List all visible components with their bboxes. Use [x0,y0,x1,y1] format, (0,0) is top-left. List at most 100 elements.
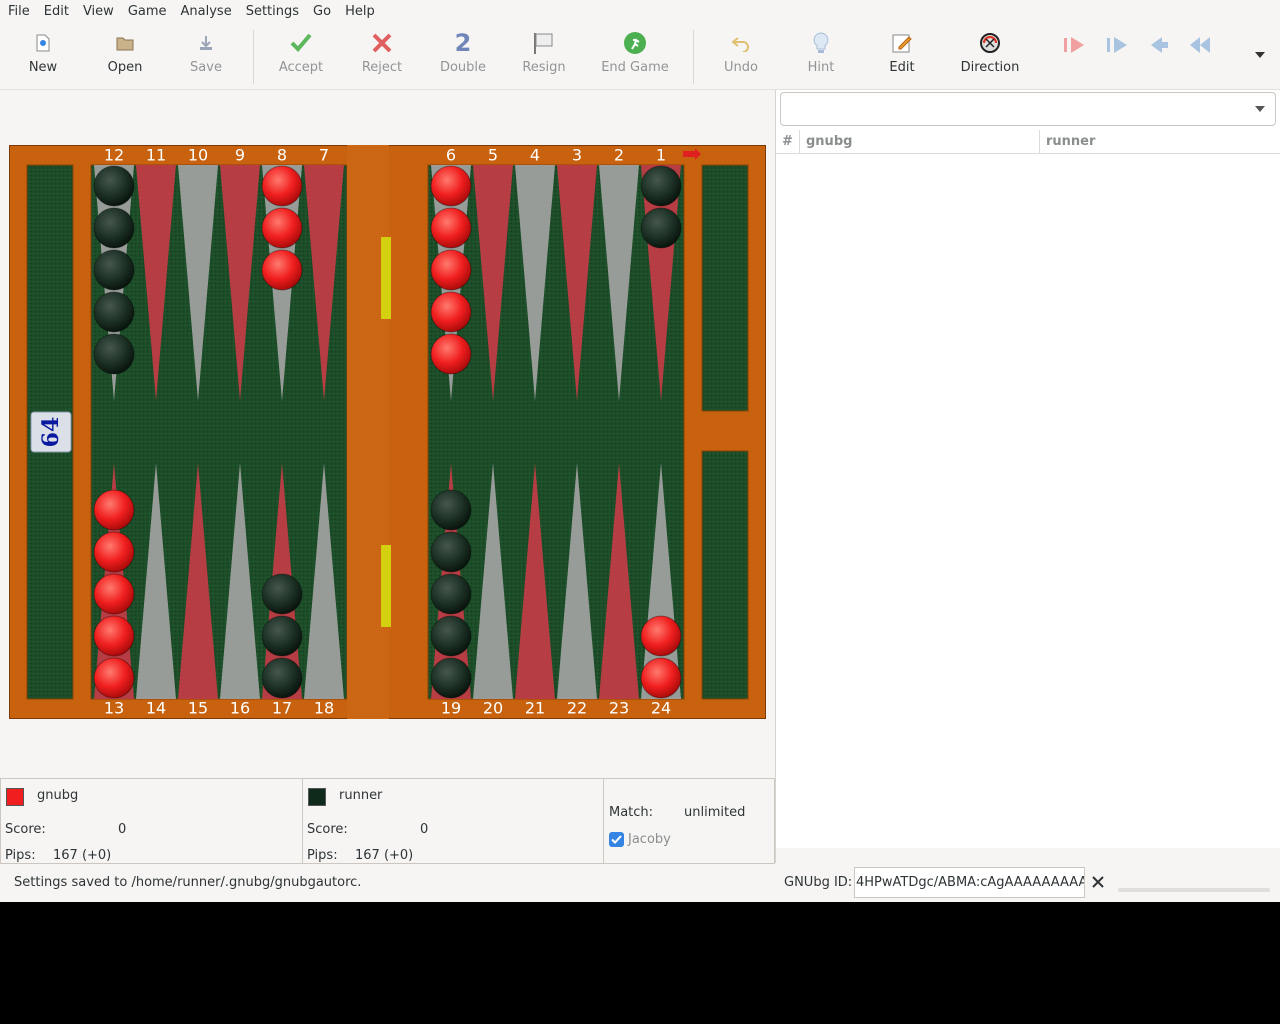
player1-color-swatch[interactable] [6,788,24,806]
edit-button[interactable]: Edit [886,30,918,86]
previous-move-button[interactable] [1146,34,1172,56]
black-checker[interactable] [261,573,303,615]
menu-view[interactable]: View [76,0,121,24]
player2-color-swatch[interactable] [308,788,326,806]
reject-button[interactable]: Reject [359,30,405,86]
red-checker[interactable] [93,573,135,615]
point-number-label: 3 [572,146,582,165]
menu-game[interactable]: Game [121,0,174,24]
player2-name[interactable]: runner [339,788,382,803]
point-number-label: 6 [446,146,456,165]
point-number-label: 14 [146,699,166,718]
point-number-label: 4 [530,146,540,165]
player1-name[interactable]: gnubg [37,788,78,803]
red-checker[interactable] [430,249,472,291]
point-number-label: 2 [614,146,624,165]
jacoby-label: Jacoby [628,832,671,847]
col-player2-header[interactable]: runner [1040,130,1280,154]
menu-edit[interactable]: Edit [37,0,76,24]
player2-score-label: Score: [307,822,348,837]
red-checker[interactable] [430,207,472,249]
red-checker[interactable] [430,291,472,333]
menu-go[interactable]: Go [306,0,338,24]
black-checker[interactable] [430,615,472,657]
open-button[interactable]: Open [104,30,146,86]
point-number-label: 9 [235,146,245,165]
player-panels: gnubg Score: 0 Pips: 167 (+0) runner Sco… [0,778,775,864]
black-checker[interactable] [261,615,303,657]
backgammon-board[interactable]: 12 11 10 9 8 7 6 5 4 3 2 1 13 14 15 16 17 18 19 20 21 22 23 24 … [8,144,767,720]
double-button[interactable]: 2 Double [437,29,489,86]
red-checker[interactable] [430,333,472,375]
point-number-label: 17 [272,699,292,718]
resign-label: Resign [522,60,566,75]
player2-score: 0 [420,822,429,837]
menu-settings[interactable]: Settings [239,0,306,24]
close-icon [1092,876,1104,888]
red-checker[interactable] [261,165,303,207]
previous-roll-button[interactable] [1188,34,1214,56]
clear-id-button[interactable] [1089,873,1107,891]
toolbar-separator [693,30,694,84]
red-checker[interactable] [430,165,472,207]
black-checker[interactable] [430,531,472,573]
black-checker[interactable] [93,333,135,375]
player1-score: 0 [118,822,127,837]
black-checker[interactable] [430,489,472,531]
black-checker[interactable] [640,207,682,249]
reject-x-icon [369,30,395,56]
col-player1-header[interactable]: gnubg [800,130,1040,154]
new-button[interactable]: New [26,30,60,86]
jacoby-checkbox[interactable]: Jacoby [609,832,671,847]
menu-help[interactable]: Help [338,0,382,24]
player1-panel: gnubg Score: 0 Pips: 167 (+0) [0,778,303,864]
black-checker[interactable] [93,165,135,207]
black-checker[interactable] [430,573,472,615]
toolbar-overflow-button[interactable] [1247,44,1273,66]
red-checker[interactable] [93,489,135,531]
match-panel: Match: unlimited Jacoby [603,778,775,864]
status-message: Settings saved to /home/runner/.gnubg/gn… [14,875,362,890]
save-button[interactable]: Save [187,30,225,86]
previous-game-icon [1107,37,1127,53]
black-checker[interactable] [93,207,135,249]
first-game-button[interactable] [1061,34,1087,56]
gnubg-id-field[interactable]: 4HPwATDgc/ABMA:cAgAAAAAAAAA [854,867,1085,898]
toolbar: New Open Save Accept Reject 2 Double Res… [0,24,1280,90]
game-select-dropdown[interactable] [780,92,1276,126]
save-icon [193,30,219,56]
new-document-icon [30,30,56,56]
black-checker[interactable] [640,165,682,207]
red-checker[interactable] [640,615,682,657]
menu-analyse[interactable]: Analyse [174,0,239,24]
resign-button[interactable]: Resign [520,30,568,86]
black-checker[interactable] [93,291,135,333]
undo-button[interactable]: Undo [722,30,760,86]
red-checker[interactable] [640,657,682,699]
black-checker[interactable] [93,249,135,291]
direction-button[interactable]: Direction [960,30,1020,86]
hint-button[interactable]: Hint [805,30,837,86]
red-checker[interactable] [93,531,135,573]
red-checker[interactable] [93,657,135,699]
menu-file[interactable]: File [1,0,37,24]
accept-button[interactable]: Accept [276,30,326,86]
black-checker[interactable] [261,657,303,699]
point-number-label: 16 [230,699,250,718]
player2-pips: 167 (+0) [355,848,414,863]
point-number-label: 1 [656,146,666,165]
point-number-label: 19 [441,699,461,718]
end-game-button[interactable]: End Game [600,30,670,86]
point-number-label: 22 [567,699,587,718]
accept-label: Accept [278,60,324,75]
board-svg: 12 11 10 9 8 7 6 5 4 3 2 113 14 15 16 17 18 19 20 21 22 23 24 … [8,144,767,720]
red-checker[interactable] [93,615,135,657]
col-num-header[interactable]: # [776,130,800,154]
red-checker[interactable] [261,207,303,249]
point-number-label: 21 [525,699,545,718]
doubling-cube[interactable]: 64 [30,411,72,453]
hinge-top [381,237,391,319]
black-checker[interactable] [430,657,472,699]
red-checker[interactable] [261,249,303,291]
previous-game-button[interactable] [1104,34,1130,56]
